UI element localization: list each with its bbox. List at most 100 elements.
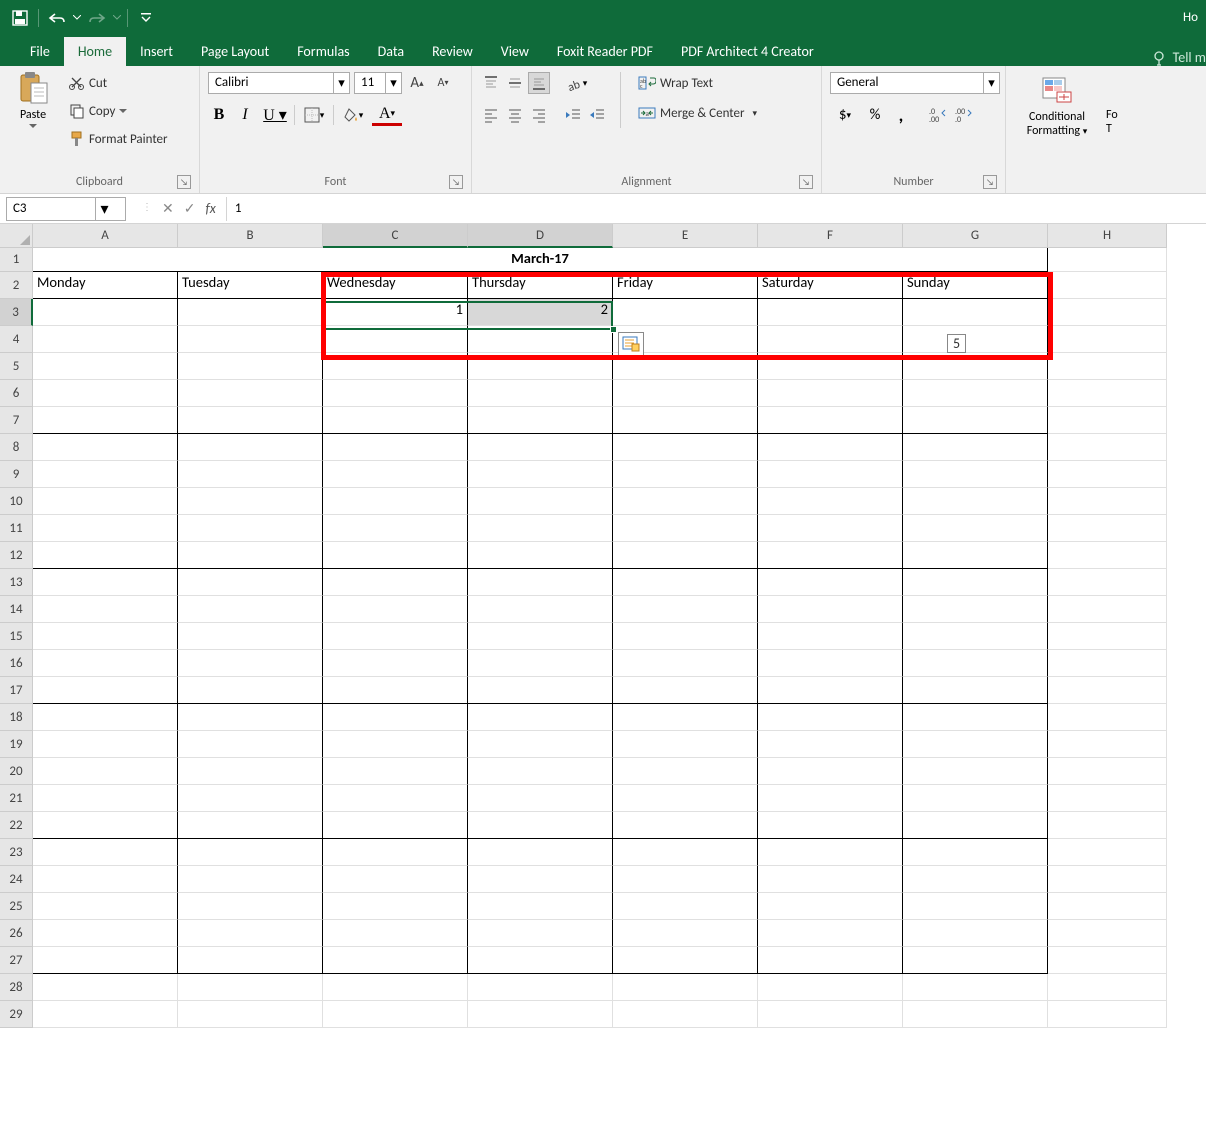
orientation-button[interactable]: ab▾ [562, 72, 592, 94]
cell-A15[interactable] [33, 623, 178, 650]
cell-A28[interactable] [33, 974, 178, 1001]
cell-F19[interactable] [758, 731, 903, 758]
row-header-16[interactable]: 16 [0, 650, 33, 677]
row-header-9[interactable]: 9 [0, 461, 33, 488]
cell-F7[interactable] [758, 407, 903, 434]
cell-D16[interactable] [468, 650, 613, 677]
tab-data[interactable]: Data [364, 37, 418, 66]
cell-E7[interactable] [613, 407, 758, 434]
cut-button[interactable]: Cut [64, 72, 173, 94]
cell-B6[interactable] [178, 380, 323, 407]
cell-G27[interactable] [903, 947, 1048, 974]
row-header-23[interactable]: 23 [0, 839, 33, 866]
column-header-D[interactable]: D [468, 224, 613, 248]
cell-E17[interactable] [613, 677, 758, 704]
cell-C6[interactable] [323, 380, 468, 407]
cell-C5[interactable] [323, 353, 468, 380]
cell-H23[interactable] [1048, 839, 1167, 866]
cell-D27[interactable] [468, 947, 613, 974]
cell-A10[interactable] [33, 488, 178, 515]
cell-H9[interactable] [1048, 461, 1167, 488]
cell-D4[interactable] [468, 326, 613, 353]
cell-A8[interactable] [33, 434, 178, 461]
font-name-combo[interactable]: Calibri ▾ [208, 72, 350, 94]
cell-C22[interactable] [323, 812, 468, 839]
cell-D6[interactable] [468, 380, 613, 407]
cell-A17[interactable] [33, 677, 178, 704]
cell-A7[interactable] [33, 407, 178, 434]
number-format-combo[interactable]: General ▾ [830, 72, 1000, 94]
cell-E12[interactable] [613, 542, 758, 569]
row-header-12[interactable]: 12 [0, 542, 33, 569]
cell-A19[interactable] [33, 731, 178, 758]
cell-A4[interactable] [33, 326, 178, 353]
column-header-E[interactable]: E [613, 224, 758, 248]
row-header-6[interactable]: 6 [0, 380, 33, 407]
cell-C12[interactable] [323, 542, 468, 569]
cell-F9[interactable] [758, 461, 903, 488]
cell-F23[interactable] [758, 839, 903, 866]
cell-H13[interactable] [1048, 569, 1167, 596]
cell-G12[interactable] [903, 542, 1048, 569]
cell-G16[interactable] [903, 650, 1048, 677]
row-header-1[interactable]: 1 [0, 248, 33, 272]
cell-A21[interactable] [33, 785, 178, 812]
insert-function-icon[interactable]: fx [205, 200, 215, 217]
row-header-22[interactable]: 22 [0, 812, 33, 839]
cell-G26[interactable] [903, 920, 1048, 947]
cell-E24[interactable] [613, 866, 758, 893]
tab-review[interactable]: Review [418, 37, 487, 66]
cell-A6[interactable] [33, 380, 178, 407]
cell-B29[interactable] [178, 1001, 323, 1028]
align-center-icon[interactable] [504, 104, 526, 126]
cell-C4[interactable] [323, 326, 468, 353]
cell-B20[interactable] [178, 758, 323, 785]
cell-E19[interactable] [613, 731, 758, 758]
cell-D20[interactable] [468, 758, 613, 785]
row-header-15[interactable]: 15 [0, 623, 33, 650]
cell-G18[interactable] [903, 704, 1048, 731]
tab-formulas[interactable]: Formulas [283, 37, 363, 66]
cell-D29[interactable] [468, 1001, 613, 1028]
cell-F12[interactable] [758, 542, 903, 569]
row-header-17[interactable]: 17 [0, 677, 33, 704]
cell-C13[interactable] [323, 569, 468, 596]
cell-F20[interactable] [758, 758, 903, 785]
cell-A25[interactable] [33, 893, 178, 920]
cell-G28[interactable] [903, 974, 1048, 1001]
cell-B9[interactable] [178, 461, 323, 488]
cell-C11[interactable] [323, 515, 468, 542]
cell-E13[interactable] [613, 569, 758, 596]
cell-C20[interactable] [323, 758, 468, 785]
chevron-down-icon[interactable]: ▾ [95, 198, 113, 220]
cell-H17[interactable] [1048, 677, 1167, 704]
cell-G13[interactable] [903, 569, 1048, 596]
cell-B26[interactable] [178, 920, 323, 947]
cell-H15[interactable] [1048, 623, 1167, 650]
cell-E28[interactable] [613, 974, 758, 1001]
cell-E5[interactable] [613, 353, 758, 380]
cell-G5[interactable] [903, 353, 1048, 380]
cell-B18[interactable] [178, 704, 323, 731]
cell-H14[interactable] [1048, 596, 1167, 623]
currency-button[interactable]: $ ▾ [830, 104, 860, 126]
cell-E2[interactable]: Friday [613, 272, 758, 299]
cell-G25[interactable] [903, 893, 1048, 920]
decrease-font-icon[interactable]: A▾ [432, 72, 454, 94]
cell-E20[interactable] [613, 758, 758, 785]
tab-foxit[interactable]: Foxit Reader PDF [543, 37, 667, 66]
cell-B16[interactable] [178, 650, 323, 677]
cell-F2[interactable]: Saturday [758, 272, 903, 299]
cell-G10[interactable] [903, 488, 1048, 515]
underline-button[interactable]: U ▾ [260, 104, 290, 126]
cell-D9[interactable] [468, 461, 613, 488]
cell-A20[interactable] [33, 758, 178, 785]
tab-home[interactable]: Home [64, 37, 126, 66]
cell-A22[interactable] [33, 812, 178, 839]
cell-E26[interactable] [613, 920, 758, 947]
cell-A13[interactable] [33, 569, 178, 596]
row-header-21[interactable]: 21 [0, 785, 33, 812]
cell-D23[interactable] [468, 839, 613, 866]
cell-H11[interactable] [1048, 515, 1167, 542]
cell-A3[interactable] [33, 299, 178, 326]
